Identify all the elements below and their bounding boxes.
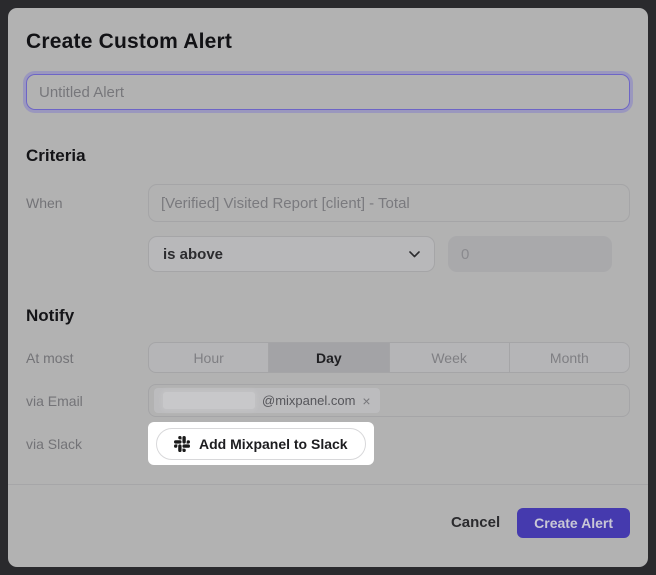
via-slack-label: via Slack [26,436,148,452]
redacted-email-username [163,392,255,409]
create-custom-alert-dialog: Create Custom Alert Criteria When [Verif… [8,8,648,567]
dialog-footer: Cancel Create Alert [26,485,630,558]
slack-button-label: Add Mixpanel to Slack [199,436,348,452]
frequency-option-day[interactable]: Day [268,343,388,372]
event-selector-value: [Verified] Visited Report [client] - Tot… [161,195,410,212]
when-row: When [Verified] Visited Report [client] … [26,184,630,222]
threshold-input [448,236,612,272]
frequency-option-month[interactable]: Month [509,343,629,372]
notify-heading: Notify [26,306,630,326]
criteria-heading: Criteria [26,146,630,166]
at-most-row: At most Hour Day Week Month [26,342,630,373]
chevron-down-icon [409,251,420,258]
email-chip: @mixpanel.com × [154,388,380,413]
comparator-dropdown[interactable]: is above [148,236,435,272]
cancel-button[interactable]: Cancel [451,514,500,531]
event-selector-field[interactable]: [Verified] Visited Report [client] - Tot… [148,184,630,222]
email-chip-domain: @mixpanel.com [262,393,355,408]
when-label: When [26,195,148,211]
add-mixpanel-to-slack-button[interactable]: Add Mixpanel to Slack [156,428,366,460]
frequency-option-hour[interactable]: Hour [149,343,268,372]
comparator-row: is above [148,236,630,272]
frequency-segmented-control: Hour Day Week Month [148,342,630,373]
alert-name-input[interactable] [26,74,630,110]
comparator-dropdown-value: is above [163,246,223,263]
frequency-option-week[interactable]: Week [389,343,509,372]
remove-email-icon[interactable]: × [362,394,370,408]
via-slack-row: via Slack Add Mixpanel to Slack [26,422,630,465]
at-most-label: At most [26,350,148,366]
slack-spotlight-highlight: Add Mixpanel to Slack [148,422,374,465]
create-alert-button[interactable]: Create Alert [517,508,630,538]
dialog-title: Create Custom Alert [26,30,630,54]
via-email-label: via Email [26,393,148,409]
via-email-row: via Email @mixpanel.com × [26,384,630,417]
slack-icon [174,436,190,452]
email-recipients-field[interactable]: @mixpanel.com × [148,384,630,417]
